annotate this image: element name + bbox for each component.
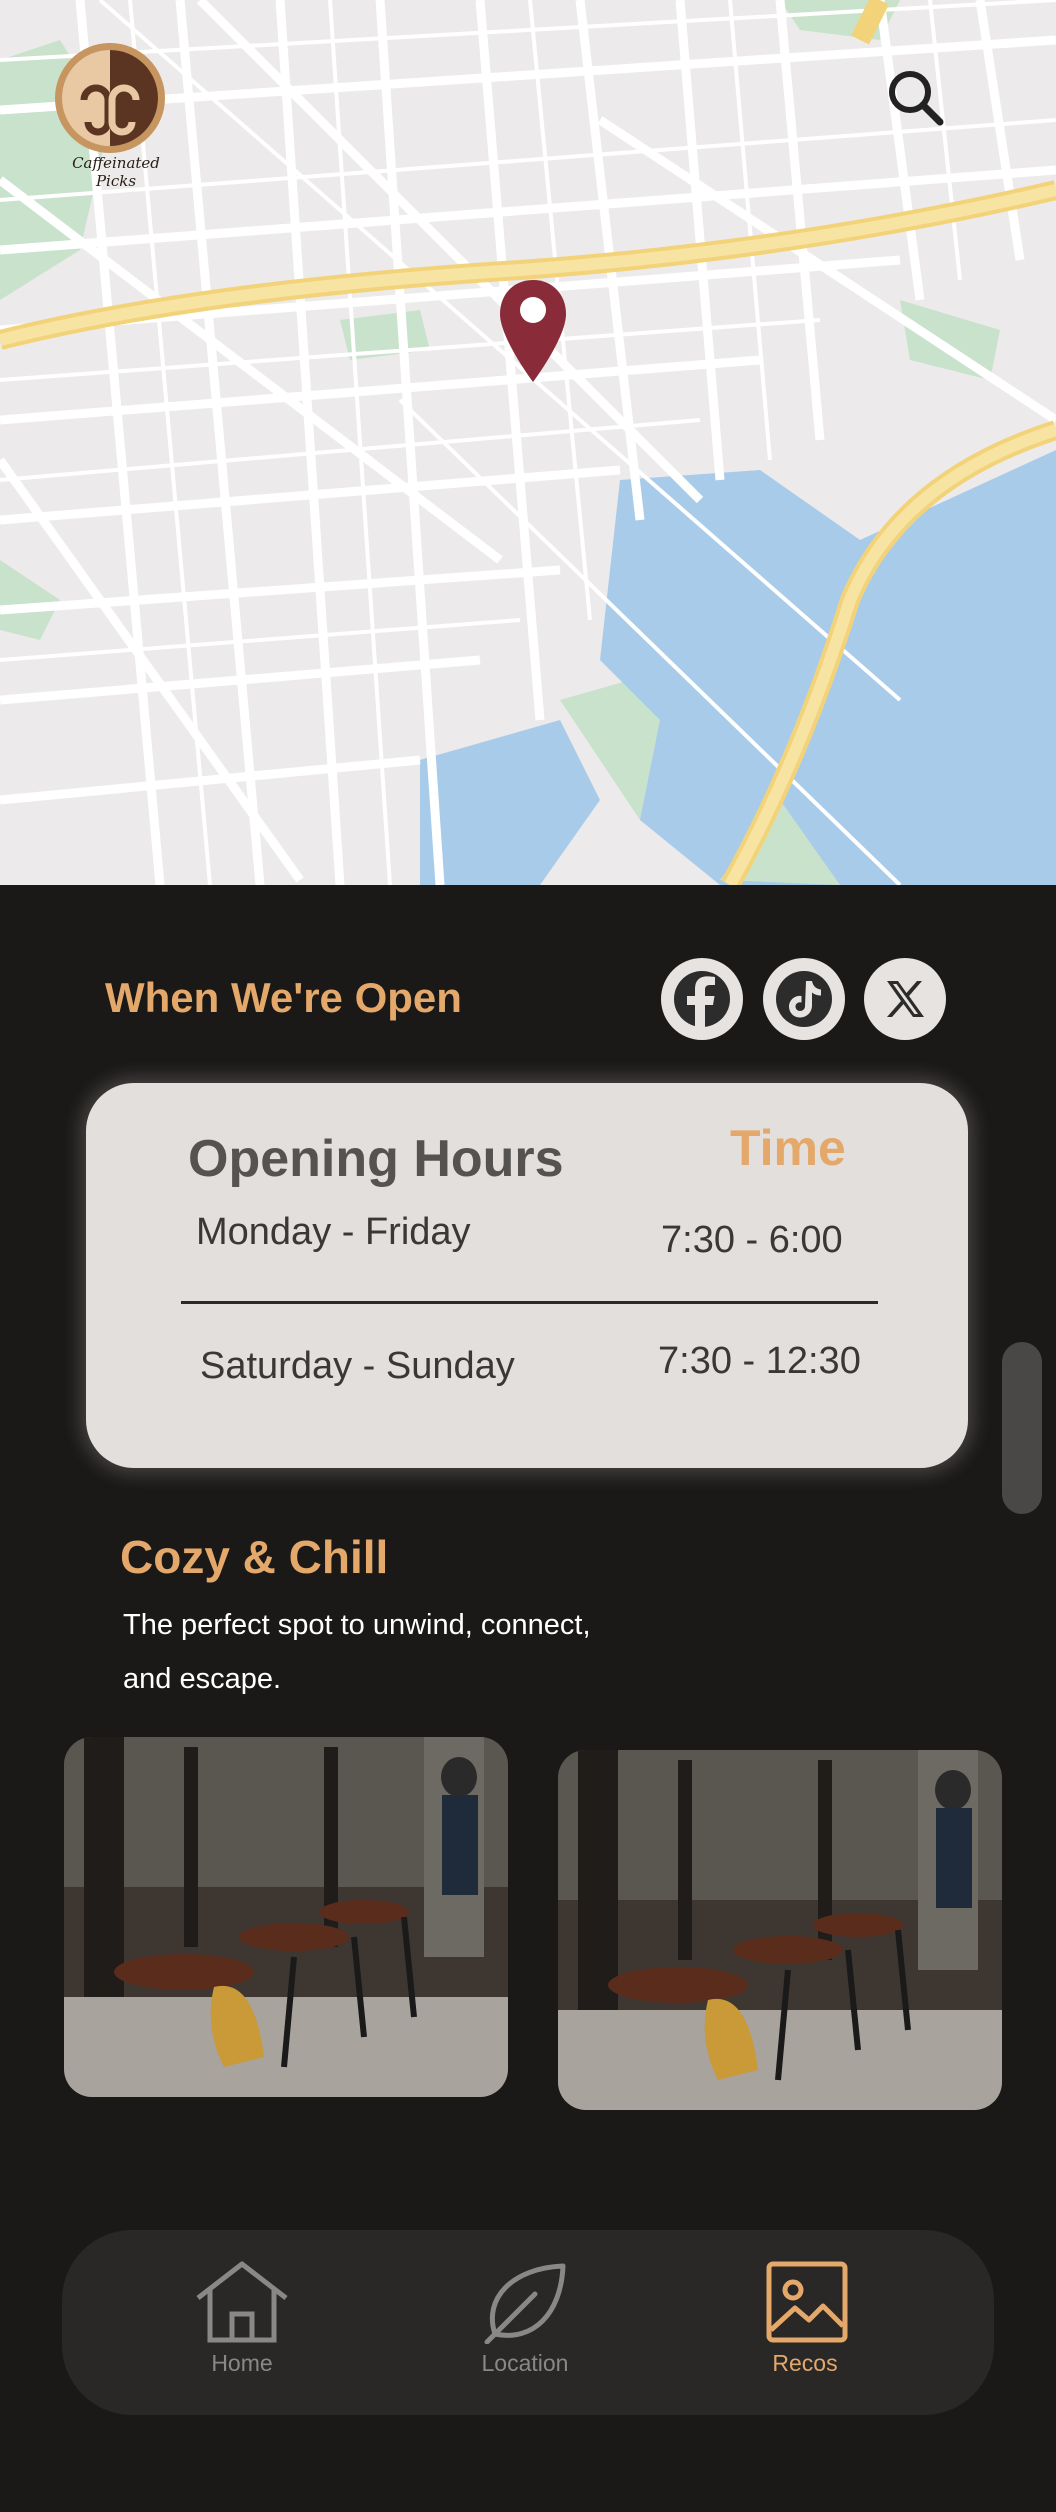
- cozy-tagline: The perfect spot to unwind, connect, and…: [123, 1609, 591, 1695]
- tiktok-icon: [776, 971, 832, 1027]
- time-heading: Time: [730, 1120, 846, 1176]
- cafe-terrace-image: [558, 1750, 1002, 2110]
- nav-recos-label: Recos: [772, 2350, 838, 2376]
- x-button[interactable]: [864, 958, 946, 1040]
- facebook-button[interactable]: [661, 958, 743, 1040]
- bottom-nav-bar: Home Location Recos: [62, 2230, 994, 2415]
- image-icon: [766, 2261, 848, 2343]
- search-icon: [889, 71, 944, 126]
- search-button[interactable]: [884, 66, 948, 130]
- location-pin[interactable]: [498, 278, 568, 384]
- map-view[interactable]: Caffeinated Picks: [0, 0, 1056, 885]
- brand-name: Caffeinated Picks: [72, 154, 160, 190]
- nav-recos[interactable]: Recos: [720, 2252, 890, 2392]
- weekday-label: Monday - Friday: [196, 1211, 471, 1253]
- cafe-photo-1[interactable]: [64, 1737, 508, 2097]
- tiktok-button[interactable]: [763, 958, 845, 1040]
- cafe-photo-2[interactable]: [558, 1750, 1002, 2110]
- nav-home[interactable]: Home: [157, 2252, 327, 2392]
- nav-location-label: Location: [481, 2350, 569, 2376]
- nav-location[interactable]: Location: [440, 2252, 610, 2392]
- leaf-icon: [484, 2263, 566, 2344]
- opening-hours-card: Opening Hours Time Monday - Friday 7:30 …: [86, 1083, 968, 1468]
- weekend-label: Saturday - Sunday: [200, 1345, 515, 1387]
- scrollbar-thumb[interactable]: [1002, 1342, 1042, 1514]
- weekday-time: 7:30 - 6:00: [661, 1219, 843, 1261]
- home-icon: [196, 2261, 288, 2343]
- facebook-icon: [674, 971, 730, 1029]
- nav-home-label: Home: [211, 2350, 273, 2376]
- opening-hours-heading: Opening Hours: [188, 1130, 564, 1188]
- cafe-terrace-image: [64, 1737, 508, 2097]
- map-pin-icon: [500, 280, 566, 382]
- cozy-section-title: Cozy & Chill: [120, 1531, 389, 1583]
- weekend-time: 7:30 - 12:30: [658, 1340, 861, 1382]
- divider: [181, 1301, 878, 1304]
- x-icon: [887, 981, 924, 1017]
- hours-section-title: When We're Open: [105, 974, 462, 1021]
